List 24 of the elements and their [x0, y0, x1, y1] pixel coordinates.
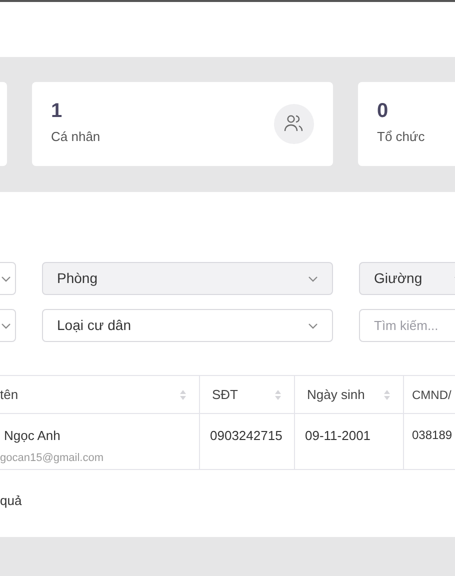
table-cell: 038189 [412, 428, 452, 442]
table-cell: 0903242715 [210, 428, 282, 443]
select-field[interactable]: Loại cư dân [42, 309, 333, 342]
sort-icon[interactable] [383, 388, 391, 400]
chevron-icon [308, 322, 318, 328]
sort-icon[interactable] [274, 388, 282, 400]
stat-label: Cá nhân [51, 128, 100, 146]
sort-icon[interactable] [179, 388, 187, 400]
result-count: quả [0, 492, 23, 510]
column-header[interactable]: SĐT [199, 376, 294, 413]
search-field[interactable]: Tìm kiếm... [359, 309, 455, 342]
chevron-icon [1, 276, 11, 282]
email-text: gocan15@gmail.com [0, 450, 104, 466]
column-header[interactable]: CMND/ [403, 376, 455, 413]
column-header[interactable]: Ngày sinh [294, 376, 403, 413]
stat-value: 0 [377, 101, 390, 122]
stat-label: Tổ chức [377, 128, 425, 146]
people-icon [274, 104, 314, 144]
table-cell: 09-11-2001 [305, 428, 371, 443]
table-cell-text: Ngọc Anh [3, 427, 62, 445]
chevron-icon [308, 276, 318, 282]
stat-value: 1 [51, 101, 64, 122]
chevron-icon [1, 322, 11, 328]
column-header[interactable]: tên [0, 376, 199, 413]
